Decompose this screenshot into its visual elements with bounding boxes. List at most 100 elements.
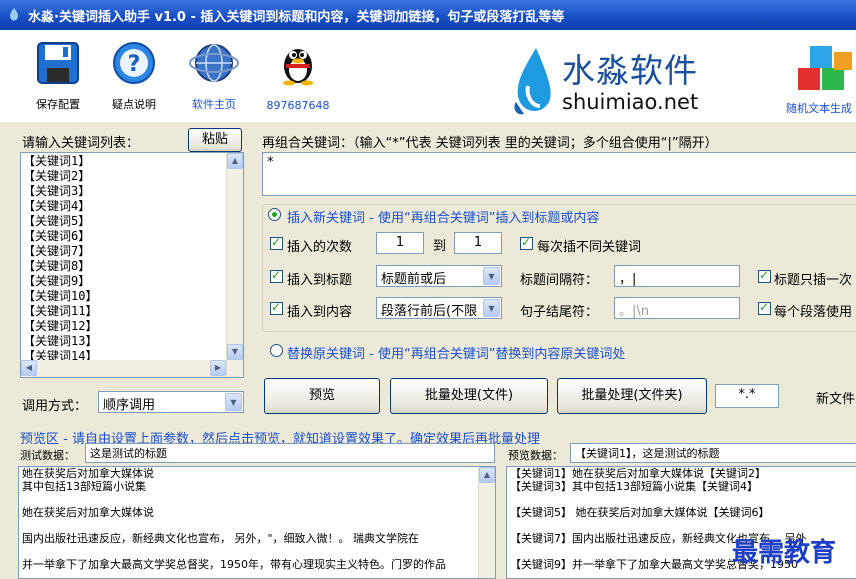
keyword-list-hscrollbar[interactable]: ◀ ▶ [21,360,226,377]
help-label: 疑点说明 [112,98,156,111]
keyword-list-label: 请输入关键词列表： [22,136,140,151]
insert-title-label: 插入到标题 [287,273,353,288]
chevron-down-icon[interactable]: ▼ [225,393,242,411]
content-line [507,519,856,532]
globe-icon [189,44,239,82]
each-paragraph-checkbox[interactable] [758,300,771,315]
content-line: 【关键词5】 她在获奖后对加拿大媒体说【关键词6】 [510,506,770,519]
new-file-label: 新文件 [816,392,856,407]
brand-logo: 水淼软件 shuimiao.net [510,40,740,120]
to-label: 到 [433,239,447,254]
qq-button[interactable]: 897687648 [262,36,334,118]
insert-content-label: 插入到内容 [287,305,353,320]
watermark: 最需教育 [732,538,837,568]
keyword-list-item[interactable]: 【关键词7】 [23,244,97,259]
content-line [19,493,495,506]
count-to-input[interactable]: 1 [454,232,502,254]
keyword-list-item[interactable]: 【关键词8】 [23,259,97,274]
keyword-list-item[interactable]: 【关键词9】 [23,274,97,289]
homepage-button[interactable]: 软件主页 [178,36,250,118]
keyword-list-scrollbar[interactable]: ▲ ▼ [226,153,243,377]
content-line: 并一举拿下了加拿大最高文学奖总督奖，1950年，带有心理现实主义特色。门罗的作品 [22,558,446,571]
content-line: 她在获奖后对加拿大媒体说 [22,467,154,480]
qq-penguin-icon [283,49,313,86]
insert-count-checkbox[interactable] [270,235,283,250]
preview-button[interactable]: 预览 [264,378,380,414]
toolbar: 保存配置 ? 疑点说明 软件主页 897687648 水淼软件 shuimiao… [0,30,856,122]
content-line: 其中包括13部短篇小说集 [22,480,146,493]
title-sep-label: 标题间隔符： [520,273,599,288]
batch-file-button[interactable]: 批量处理(文件) [390,378,548,414]
content-line: 【关键词3】其中包括13部短篇小说集【关键词4】 [510,480,758,493]
content-line: 她在获奖后对加拿大媒体说 [22,506,154,519]
scroll-down-icon[interactable]: ▼ [227,344,243,360]
title-once-checkbox[interactable] [758,268,771,283]
test-data-label: 测试数据： [20,449,75,462]
title-sep-input[interactable]: ，| [614,265,740,287]
random-text-button[interactable]: 随机文本生成 [782,38,856,122]
replace-option-label: 替换原关键词 - 使用“再组合关键词”替换到内容原关键词处 [287,347,626,362]
insert-radio[interactable] [268,208,281,221]
sentence-end-label: 句子结尾符： [520,305,599,320]
title-position-select[interactable]: 标题前或后 ▼ [376,265,502,287]
content-position-select[interactable]: 段落行前后(不限 ▼ [376,297,502,319]
scroll-right-icon[interactable]: ▶ [210,360,226,376]
title-once-label: 标题只插一次 [774,273,853,288]
water-drop-icon [514,48,551,115]
help-button[interactable]: ? 疑点说明 [98,36,170,118]
replace-radio[interactable] [270,344,283,357]
title-position-value: 标题前或后 [381,272,447,287]
svg-text:?: ? [128,52,141,77]
chevron-down-icon[interactable]: ▼ [483,299,500,317]
content-line: 【关键词1】她在获奖后对加拿大媒体说【关键词2】 [510,467,766,480]
scroll-left-icon[interactable]: ◀ [21,360,37,376]
keyword-list-item[interactable]: 【关键词1】 [23,154,97,169]
content-line [19,545,495,558]
test-content-scrollbar[interactable]: ▲ [478,467,495,578]
test-content-area[interactable]: 她在获奖后对加拿大媒体说 其中包括13部短篇小说集 她在获奖后对加拿大媒体说 国内… [18,466,496,579]
keyword-list-item[interactable]: 【关键词6】 [23,229,97,244]
insert-option-label: 插入新关键词 - 使用“再组合关键词”插入到标题或内容 [287,211,600,226]
keyword-list-item[interactable]: 【关键词10】 [23,289,97,304]
keyword-list[interactable]: 【关键词1】 【关键词2】 【关键词3】 【关键词4】 【关键词5】 【关键词6】 【关键词… [20,152,244,378]
test-data-input[interactable]: 这是测试的标题 [85,443,495,463]
insert-content-checkbox[interactable] [270,300,283,315]
floppy-disk-icon [37,42,79,84]
keyword-list-item[interactable]: 【关键词4】 [23,199,97,214]
keyword-list-item[interactable]: 【关键词11】 [23,304,97,319]
keyword-list-item[interactable]: 【关键词5】 [23,214,97,229]
random-text-label: 随机文本生成 [786,102,852,115]
qq-number-label: 897687648 [266,99,330,112]
preview-data-label: 预览数据： [508,449,563,462]
insert-title-checkbox[interactable] [270,268,283,283]
title-bar: 水淼·关键词插入助手 v1.0 - 插入关键词到标题和内容，关键词加链接，句子或… [0,0,856,30]
cubes-icon [798,46,852,90]
different-keyword-checkbox[interactable] [520,235,533,250]
brand-name-en: shuimiao.net [562,90,699,114]
keyword-list-item[interactable]: 【关键词13】 [23,334,97,349]
homepage-label: 软件主页 [192,98,236,111]
test-content-lines: 她在获奖后对加拿大媒体说 其中包括13部短篇小说集 她在获奖后对加拿大媒体说 国内… [19,467,495,571]
content-position-value: 段落行前后(不限 [381,304,478,319]
content-line: 国内出版社迅速反应，新经典文化也宣布， 另外，"，细致入微！。 瑞典文学院在 [22,532,420,545]
brand-name-cn: 水淼软件 [562,51,698,90]
call-mode-select[interactable]: 顺序调用 ▼ [98,391,244,413]
call-mode-value: 顺序调用 [103,398,156,413]
question-icon: ? [113,42,155,84]
batch-folder-button[interactable]: 批量处理(文件夹) [557,378,707,414]
keyword-items: 【关键词1】 【关键词2】 【关键词3】 【关键词4】 【关键词5】 【关键词6】 【关键词… [23,154,97,364]
keyword-list-item[interactable]: 【关键词2】 [23,169,97,184]
keyword-list-item[interactable]: 【关键词12】 [23,319,97,334]
sentence-end-input[interactable]: 。|\n [614,297,740,319]
file-filter-input[interactable]: *.* [715,384,779,408]
scroll-up-icon[interactable]: ▲ [479,467,495,483]
keyword-list-item[interactable]: 【关键词3】 [23,184,97,199]
combine-input[interactable]: * [262,152,856,196]
scroll-up-icon[interactable]: ▲ [227,153,243,169]
paste-button[interactable]: 粘贴 [188,128,242,152]
count-from-input[interactable]: 1 [376,232,424,254]
app-icon [10,8,18,21]
save-config-button[interactable]: 保存配置 [22,36,94,118]
call-mode-label: 调用方式： [22,399,88,414]
chevron-down-icon[interactable]: ▼ [483,267,500,285]
